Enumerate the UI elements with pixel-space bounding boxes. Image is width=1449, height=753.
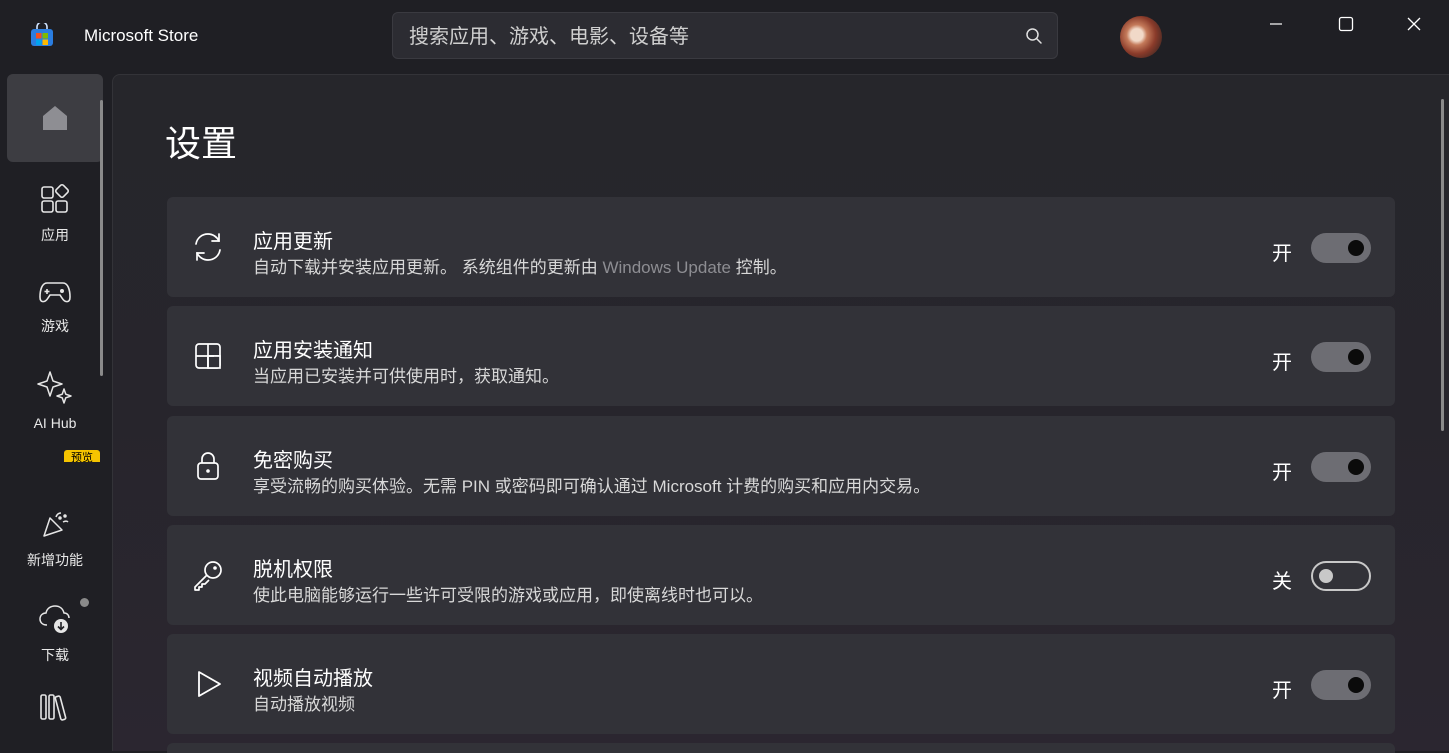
setting-description: 使此电脑能够运行一些许可受限的游戏或应用，即使离线时也可以。 [253,586,763,605]
next-setting-card [167,743,1395,753]
nav-item-ai-hub[interactable]: AI Hub [7,356,103,444]
setting-offline-permissions: 脱机权限 使此电脑能够运行一些许可受限的游戏或应用，即使离线时也可以。 关 [167,525,1395,625]
nav-item-games[interactable]: 游戏 [7,263,103,351]
lock-icon [197,452,219,480]
nav-label-ai-hub: AI Hub [33,415,77,431]
toggle-state-label: 开 [1272,352,1292,374]
install-notifications-toggle[interactable] [1311,342,1371,372]
setting-video-autoplay: 视频自动播放 自动播放视频 开 [167,634,1395,734]
nav-item-library[interactable] [7,672,103,742]
search-input[interactable] [407,21,1011,53]
setting-description: 享受流畅的购买体验。无需 PIN 或密码即可确认通过 Microsoft 计费的… [253,477,931,496]
nav-item-whats-new[interactable]: 新增功能 [7,496,103,584]
close-icon [1407,17,1421,31]
video-autoplay-toggle[interactable] [1311,670,1371,700]
setting-description: 当应用已安装并可供使用时，获取通知。 [253,367,559,386]
passwordless-purchase-toggle[interactable] [1311,452,1371,482]
main-scrollbar[interactable] [1441,99,1444,431]
maximize-button[interactable] [1326,8,1366,40]
nav-scrollbar[interactable] [100,100,103,376]
settings-panel: 设置 应用更新 自动下载并安装应用更新。 系统组件的更新由 Windows Up… [112,74,1449,753]
home-icon [43,106,67,130]
toggle-state-label: 关 [1272,571,1292,593]
title-bar: Microsoft Store [0,0,1449,72]
toggle-state-label: 开 [1272,680,1292,702]
store-logo-icon [31,23,53,46]
nav-item-apps[interactable]: 应用 [7,170,103,258]
setting-description: 自动播放视频 [253,695,355,714]
sparkle-icon [37,371,72,404]
offline-permissions-toggle[interactable] [1311,561,1371,591]
page-title: 设置 [165,123,238,164]
setting-title: 脱机权限 [253,559,333,581]
cloud-download-icon [39,605,70,633]
nav-label-whats-new: 新增功能 [27,552,83,568]
nav-label-downloads: 下载 [41,647,69,663]
minimize-icon [1270,23,1282,25]
toggle-state-label: 开 [1272,243,1292,265]
user-avatar[interactable] [1120,16,1162,58]
toggle-state-label: 开 [1272,462,1292,484]
refresh-icon [195,233,221,261]
windows-update-link[interactable]: Windows Update [602,258,731,277]
setting-title: 应用更新 [253,231,333,253]
setting-install-notifications: 应用安装通知 当应用已安装并可供使用时，获取通知。 开 [167,306,1395,406]
nav-item-home[interactable] [7,74,103,162]
minimize-button[interactable] [1256,8,1296,40]
nav-label-games: 游戏 [41,318,69,334]
maximize-icon [1338,16,1354,32]
nav-label-apps: 应用 [41,227,69,243]
key-icon [194,561,222,591]
setting-description: 自动下载并安装应用更新。 系统组件的更新由 Windows Update 控制。 [253,253,787,278]
library-icon [40,694,67,721]
setting-description-text-end: 控制。 [730,258,787,277]
left-nav: 应用 游戏 AI Hub 预览 新增功能 下载 [0,72,110,750]
setting-app-updates: 应用更新 自动下载并安装应用更新。 系统组件的更新由 Windows Updat… [167,197,1395,297]
download-status-dot [80,598,89,607]
search-box[interactable] [392,12,1058,59]
preview-badge: 预览 [64,450,100,462]
search-icon[interactable] [1025,27,1043,45]
app-title: Microsoft Store [84,26,199,45]
setting-description-text: 自动下载并安装应用更新。 系统组件的更新由 [253,258,603,277]
setting-passwordless-purchase: 免密购买 享受流畅的购买体验。无需 PIN 或密码即可确认通过 Microsof… [167,416,1395,516]
notification-layout-icon [195,343,221,369]
setting-title: 视频自动播放 [253,668,373,690]
apps-icon [41,183,70,213]
play-icon [198,671,221,697]
close-button[interactable] [1394,8,1434,40]
app-updates-toggle[interactable] [1311,233,1371,263]
setting-title: 免密购买 [253,450,333,472]
gamepad-icon [39,282,71,303]
setting-title: 应用安装通知 [253,340,373,362]
party-icon [43,512,69,537]
